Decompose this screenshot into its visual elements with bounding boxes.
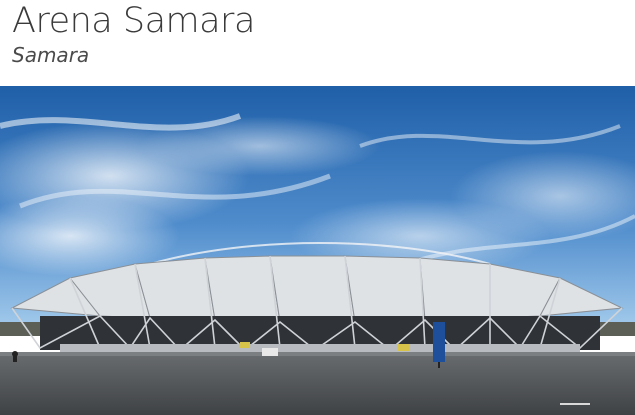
vehicle [240,342,250,348]
venue-title: Arena Samara [12,1,255,41]
venue-city: Samara [12,43,90,67]
vehicle [398,344,410,351]
stadium-sign [433,322,445,362]
ground-plaza [0,352,635,415]
stadium-photo [0,86,635,415]
page-header: Arena Samara Samara [0,0,635,86]
